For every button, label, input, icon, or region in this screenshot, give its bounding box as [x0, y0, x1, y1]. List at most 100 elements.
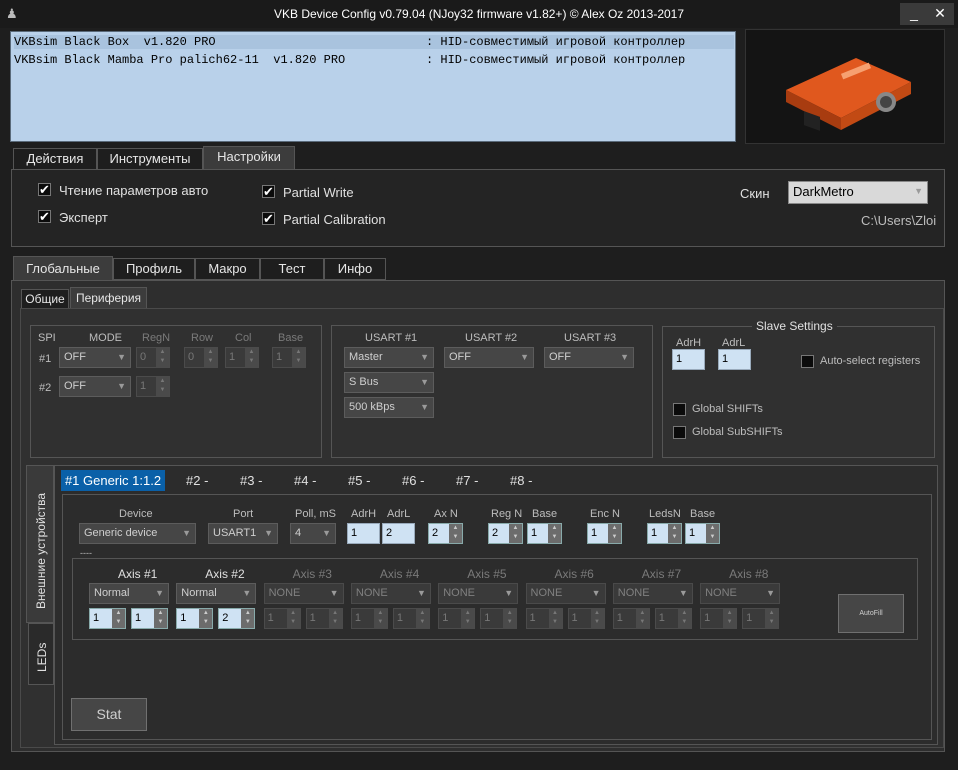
spi-mode-header: MODE	[89, 332, 122, 344]
slave-adrh-input[interactable]: 1	[672, 349, 705, 370]
spi1-regn-stepper[interactable]: 0 ▲ ▼	[136, 347, 170, 368]
axis-mode-select[interactable]: Normal ▼	[176, 583, 257, 604]
usart3-mode-select[interactable]: OFF ▼	[544, 347, 634, 368]
axis-bit-stepper[interactable]: 1 ▲ ▼	[567, 608, 605, 629]
ext-tab-8[interactable]: #8 -	[510, 473, 532, 488]
axis-mode-select[interactable]: NONE ▼	[438, 583, 519, 604]
tab-macro[interactable]: Макро	[195, 258, 260, 280]
global-subshifts-checkbox[interactable]	[673, 426, 686, 439]
chevron-down-icon: ▼	[420, 377, 429, 387]
spi2-regn-stepper[interactable]: 1 ▲ ▼	[136, 376, 170, 397]
axn-stepper[interactable]: 2 ▲ ▼	[428, 523, 463, 544]
ext-tab-5[interactable]: #5 -	[348, 473, 370, 488]
axis-reg-stepper[interactable]: 1 ▲ ▼	[89, 608, 126, 629]
minimize-button[interactable]: _	[900, 3, 928, 25]
spi2-mode-select[interactable]: OFF ▼	[59, 376, 131, 397]
axis-bit-stepper[interactable]: 1 ▲ ▼	[480, 608, 518, 629]
ext-tab-4[interactable]: #4 -	[294, 473, 316, 488]
tab-actions[interactable]: Действия	[13, 148, 97, 170]
stat-button[interactable]: Stat	[71, 698, 147, 731]
port-select[interactable]: USART1 ▼	[208, 523, 278, 544]
expert-label: Эксперт	[59, 210, 108, 225]
axis-mode-select[interactable]: NONE ▼	[700, 583, 781, 604]
axis-bit-stepper[interactable]: 1 ▲ ▼	[654, 608, 692, 629]
axis-reg-stepper[interactable]: 1 ▲ ▼	[263, 608, 301, 629]
axis-bit-stepper[interactable]: 1 ▲ ▼	[392, 608, 430, 629]
usart3-header: USART #3	[564, 332, 617, 344]
usart1-protocol-select[interactable]: S Bus ▼	[344, 372, 434, 393]
expert-checkbox[interactable]: ✔	[38, 210, 51, 223]
close-button[interactable]: ✕	[926, 3, 954, 25]
spi1-base-stepper[interactable]: 1 ▲ ▼	[272, 347, 306, 368]
axis-mode-select[interactable]: Normal ▼	[89, 583, 169, 604]
slave-adrl-input[interactable]: 1	[718, 349, 751, 370]
side-tab-external-devices[interactable]: Внешние устройства	[26, 465, 54, 623]
axis-bit-stepper[interactable]: 1 ▲ ▼	[305, 608, 343, 629]
ext-tab-1[interactable]: #1 Generic 1:1.2	[61, 470, 165, 491]
poll-select[interactable]: 4 ▼	[290, 523, 336, 544]
chevron-down-icon: ▼	[182, 528, 191, 538]
axis-mode-select[interactable]: NONE ▼	[263, 583, 344, 604]
device-image	[745, 29, 945, 144]
tab-global[interactable]: Глобальные	[13, 256, 113, 281]
chevron-down-icon: ▼	[155, 588, 164, 598]
ledsn-stepper[interactable]: 1 ▲ ▼	[647, 523, 682, 544]
spi1-row-stepper[interactable]: 0 ▲ ▼	[184, 347, 218, 368]
axis-reg-stepper[interactable]: 1 ▲ ▼	[525, 608, 563, 629]
ext-adrl-input[interactable]: 2	[382, 523, 415, 544]
ext-tab-2[interactable]: #2 -	[186, 473, 208, 488]
ext-adrh-input[interactable]: 1	[347, 523, 380, 544]
window-title: VKB Device Config v0.79.04 (NJoy32 firmw…	[273, 7, 685, 21]
ext-tab-3[interactable]: #3 -	[240, 473, 262, 488]
encn-label: Enc N	[590, 508, 620, 520]
axis-bit-stepper[interactable]: 2 ▲ ▼	[218, 608, 256, 629]
chevron-down-icon: ▼	[242, 588, 252, 598]
usart1-speed-select[interactable]: 500 kBps ▼	[344, 397, 434, 418]
base1-stepper[interactable]: 1 ▲ ▼	[527, 523, 562, 544]
spi1-col-stepper[interactable]: 1 ▲ ▼	[225, 347, 259, 368]
device-list[interactable]: VKBsim Black Box v1.820 PRO : HID-совмес…	[10, 31, 736, 142]
regn-stepper[interactable]: 2 ▲ ▼	[488, 523, 523, 544]
ext-tab-7[interactable]: #7 -	[456, 473, 478, 488]
partial-write-checkbox[interactable]: ✔	[262, 185, 275, 198]
axis-reg-stepper[interactable]: 1 ▲ ▼	[700, 608, 738, 629]
axis-reg-stepper[interactable]: 1 ▲ ▼	[176, 608, 214, 629]
autofill-button[interactable]: AutoFill	[838, 594, 904, 633]
axis-mode-select[interactable]: NONE ▼	[612, 583, 693, 604]
slave-adrh-label: AdrH	[676, 337, 702, 349]
chevron-down-icon: ▼	[520, 352, 529, 362]
axis-reg-stepper[interactable]: 1 ▲ ▼	[350, 608, 388, 629]
device-row[interactable]: VKBsim Black Mamba Pro palich62-11 v1.82…	[14, 53, 345, 67]
skin-select[interactable]: DarkMetro ▼	[788, 181, 928, 204]
base2-stepper[interactable]: 1 ▲ ▼	[685, 523, 720, 544]
axis-reg-stepper[interactable]: 1 ▲ ▼	[438, 608, 476, 629]
axis-bit-stepper[interactable]: 1 ▲ ▼	[742, 608, 780, 629]
tab-general[interactable]: Общие	[21, 289, 69, 309]
encn-stepper[interactable]: 1 ▲ ▼	[587, 523, 622, 544]
tab-tools[interactable]: Инструменты	[97, 148, 203, 170]
axis-reg-stepper[interactable]: 1 ▲ ▼	[612, 608, 650, 629]
read-params-auto-checkbox[interactable]: ✔	[38, 183, 51, 196]
spi-title: SPI	[38, 332, 56, 344]
auto-select-checkbox[interactable]	[801, 355, 814, 368]
axis-mode-select[interactable]: NONE ▼	[350, 583, 431, 604]
usart2-mode-select[interactable]: OFF ▼	[444, 347, 534, 368]
axis-label: Axis #6	[554, 567, 594, 581]
tab-test[interactable]: Тест	[260, 258, 324, 280]
axis-label: Axis #1	[118, 567, 158, 581]
device-select[interactable]: Generic device ▼	[79, 523, 196, 544]
poll-label: Poll, mS	[295, 508, 336, 520]
side-tab-leds[interactable]: LEDs	[28, 623, 54, 685]
partial-calibration-checkbox[interactable]: ✔	[262, 212, 275, 225]
spi1-mode-select[interactable]: OFF ▼	[59, 347, 131, 368]
axis-bit-stepper[interactable]: 1 ▲ ▼	[131, 608, 168, 629]
ext-tab-6[interactable]: #6 -	[402, 473, 424, 488]
tab-profile[interactable]: Профиль	[113, 258, 195, 280]
usart1-mode-select[interactable]: Master ▼	[344, 347, 434, 368]
tab-peripherals[interactable]: Периферия	[70, 287, 147, 309]
axis-mode-select[interactable]: NONE ▼	[525, 583, 606, 604]
global-shifts-label: Global SHIFTs	[692, 403, 763, 415]
tab-settings[interactable]: Настройки	[203, 146, 295, 170]
global-shifts-checkbox[interactable]	[673, 403, 686, 416]
tab-info[interactable]: Инфо	[324, 258, 386, 280]
